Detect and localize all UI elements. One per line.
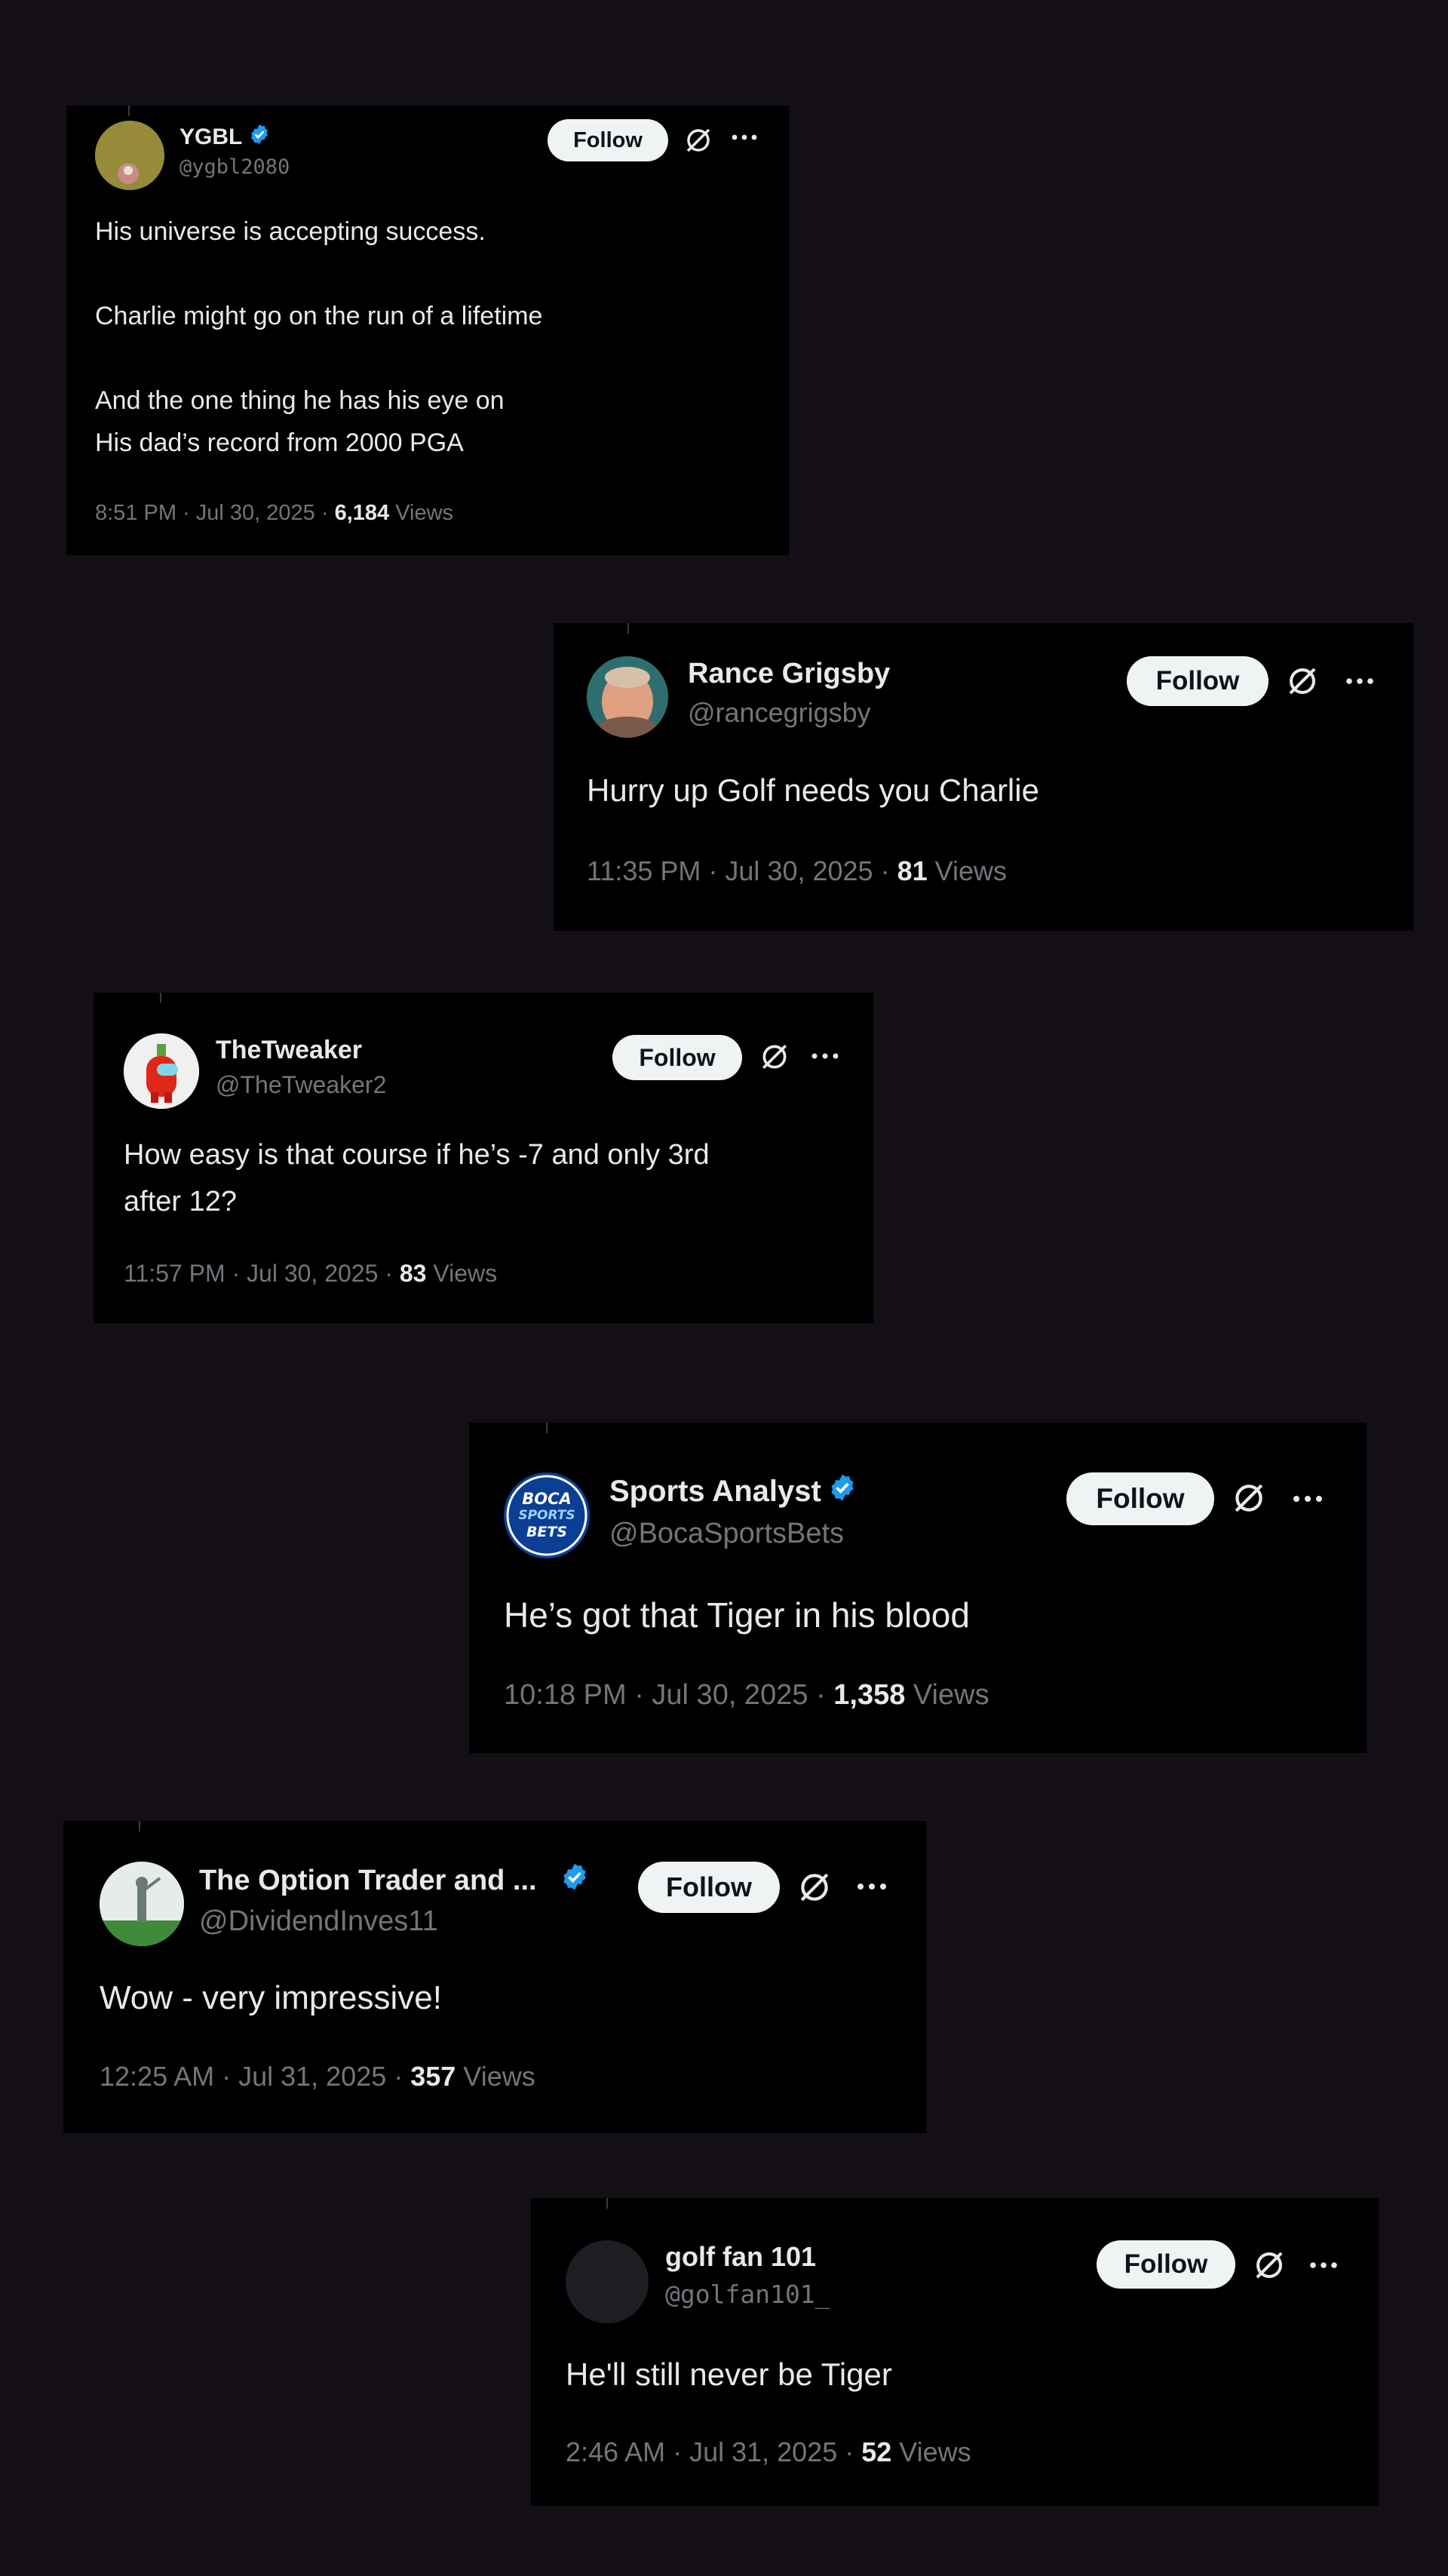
post-card[interactable]: Rance Grigsby @rancegrigsby Follow Hurry… <box>554 623 1413 931</box>
author-name[interactable]: Sports Analyst <box>609 1475 821 1509</box>
views-count: 6,184 <box>334 501 390 525</box>
post-meta: 11:57 PM · Jul 30, 2025 · 83 Views <box>124 1260 497 1288</box>
thread-line <box>546 1423 548 1433</box>
post-card[interactable]: golf fan 101 @golfan101_ Follow He'll st… <box>531 2198 1379 2506</box>
follow-button[interactable]: Follow <box>1097 2240 1235 2289</box>
more-options-icon[interactable] <box>1291 1494 1324 1504</box>
views-label: Views <box>891 2436 971 2467</box>
more-options-icon[interactable] <box>730 133 759 142</box>
author-name[interactable]: golf fan 101 <box>665 2241 816 2273</box>
grok-icon[interactable] <box>683 125 713 155</box>
views-label: Views <box>927 855 1007 886</box>
post-timestamp[interactable]: 11:57 PM · Jul 30, 2025 · <box>124 1260 400 1287</box>
follow-button[interactable]: Follow <box>1127 656 1269 706</box>
post-text-line: Charlie might go on the run of a lifetim… <box>95 302 543 330</box>
post-timestamp[interactable]: 8:51 PM · Jul 30, 2025 · <box>95 501 335 525</box>
thread-line <box>627 623 629 634</box>
thread-line <box>606 2198 608 2209</box>
author-name[interactable]: YGBL <box>179 124 242 150</box>
post-text-line: after 12? <box>124 1186 237 1217</box>
author-handle[interactable]: @rancegrigsby <box>688 697 871 729</box>
more-options-icon[interactable] <box>1344 676 1376 686</box>
author-row: YGBL <box>179 122 271 152</box>
post-meta: 2:46 AM · Jul 31, 2025 · 52 Views <box>566 2436 971 2468</box>
post-text-line: His universe is accepting success. <box>95 217 486 246</box>
grok-icon[interactable] <box>1285 664 1320 698</box>
views-count: 81 <box>897 855 928 886</box>
verified-badge-icon <box>827 1472 857 1510</box>
author-handle[interactable]: @TheTweaker2 <box>216 1071 386 1099</box>
post-meta: 8:51 PM · Jul 30, 2025 · 6,184 Views <box>95 501 453 526</box>
author-row: TheTweaker <box>216 1035 362 1065</box>
post-timestamp[interactable]: 11:35 PM · Jul 30, 2025 · <box>587 855 897 886</box>
author-handle[interactable]: @ygbl2080 <box>179 155 290 179</box>
author-handle[interactable]: @BocaSportsBets <box>609 1518 844 1550</box>
post-text-line: How easy is that course if he’s -7 and o… <box>124 1139 710 1171</box>
grok-icon[interactable] <box>1231 1480 1267 1516</box>
more-options-icon[interactable] <box>855 1881 888 1892</box>
more-options-icon[interactable] <box>810 1052 840 1061</box>
thread-line <box>139 1821 140 1831</box>
grok-icon[interactable] <box>796 1869 833 1905</box>
post-timestamp[interactable]: 12:25 AM · Jul 31, 2025 · <box>100 2061 410 2092</box>
post-card[interactable]: The Option Trader and ... @DividendInves… <box>63 1821 926 2133</box>
author-row: golf fan 101 <box>665 2240 816 2274</box>
grok-icon[interactable] <box>759 1041 790 1073</box>
author-handle[interactable]: @golfan101_ <box>665 2280 830 2309</box>
post-card[interactable]: YGBL @ygbl2080 Follow His universe is ac… <box>66 106 789 555</box>
post-timestamp[interactable]: 10:18 PM · Jul 30, 2025 · <box>504 1679 833 1711</box>
post-text-line: Wow - very impressive! <box>100 1979 442 2016</box>
avatar-logo-text: BOCA SPORTS BETS <box>518 1490 575 1540</box>
avatar[interactable]: BOCA SPORTS BETS <box>504 1472 590 1558</box>
views-label: Views <box>456 2061 535 2092</box>
avatar[interactable] <box>124 1033 199 1109</box>
views-count: 52 <box>861 2436 892 2467</box>
post-text-line: Hurry up Golf needs you Charlie <box>587 772 1039 808</box>
verified-badge-icon <box>560 1862 590 1899</box>
views-label: Views <box>389 501 454 525</box>
post-text-line: And the one thing he has his eye on <box>95 386 505 415</box>
avatar[interactable] <box>587 656 668 738</box>
avatar[interactable] <box>566 2240 649 2323</box>
post-card[interactable]: BOCA SPORTS BETS Sports Analyst @BocaSpo… <box>469 1423 1367 1753</box>
post-text-line: He'll still never be Tiger <box>566 2356 892 2392</box>
thread-line <box>160 993 161 1003</box>
views-count: 83 <box>399 1260 427 1287</box>
author-name[interactable]: TheTweaker <box>216 1036 362 1065</box>
author-name[interactable]: The Option Trader and ... <box>199 1865 537 1897</box>
author-name[interactable]: Rance Grigsby <box>688 658 890 690</box>
post-meta: 12:25 AM · Jul 31, 2025 · 357 Views <box>100 2061 535 2092</box>
author-row: Rance Grigsby <box>688 656 890 691</box>
follow-button[interactable]: Follow <box>612 1035 742 1080</box>
avatar[interactable] <box>95 121 164 190</box>
more-options-icon[interactable] <box>1308 2260 1339 2271</box>
avatar[interactable] <box>100 1862 184 1946</box>
follow-button[interactable]: Follow <box>548 119 668 161</box>
views-count: 357 <box>410 2061 456 2092</box>
views-label: Views <box>426 1260 498 1287</box>
post-timestamp[interactable]: 2:46 AM · Jul 31, 2025 · <box>566 2436 861 2467</box>
verified-badge-icon <box>248 123 271 152</box>
follow-button[interactable]: Follow <box>1066 1472 1214 1525</box>
grok-icon[interactable] <box>1252 2248 1287 2283</box>
views-count: 1,358 <box>833 1679 906 1711</box>
post-meta: 11:35 PM · Jul 30, 2025 · 81 Views <box>587 855 1007 887</box>
thread-line <box>128 106 130 116</box>
author-row: The Option Trader and ... <box>199 1863 590 1898</box>
post-card[interactable]: TheTweaker @TheTweaker2 Follow How easy … <box>94 993 873 1323</box>
views-label: Views <box>905 1679 989 1711</box>
post-text-line: His dad’s record from 2000 PGA <box>95 428 464 457</box>
post-text-line: He’s got that Tiger in his blood <box>504 1595 970 1635</box>
follow-button[interactable]: Follow <box>638 1862 780 1913</box>
author-handle[interactable]: @DividendInves11 <box>199 1905 438 1938</box>
post-meta: 10:18 PM · Jul 30, 2025 · 1,358 Views <box>504 1679 989 1712</box>
author-row: Sports Analyst <box>609 1474 857 1509</box>
